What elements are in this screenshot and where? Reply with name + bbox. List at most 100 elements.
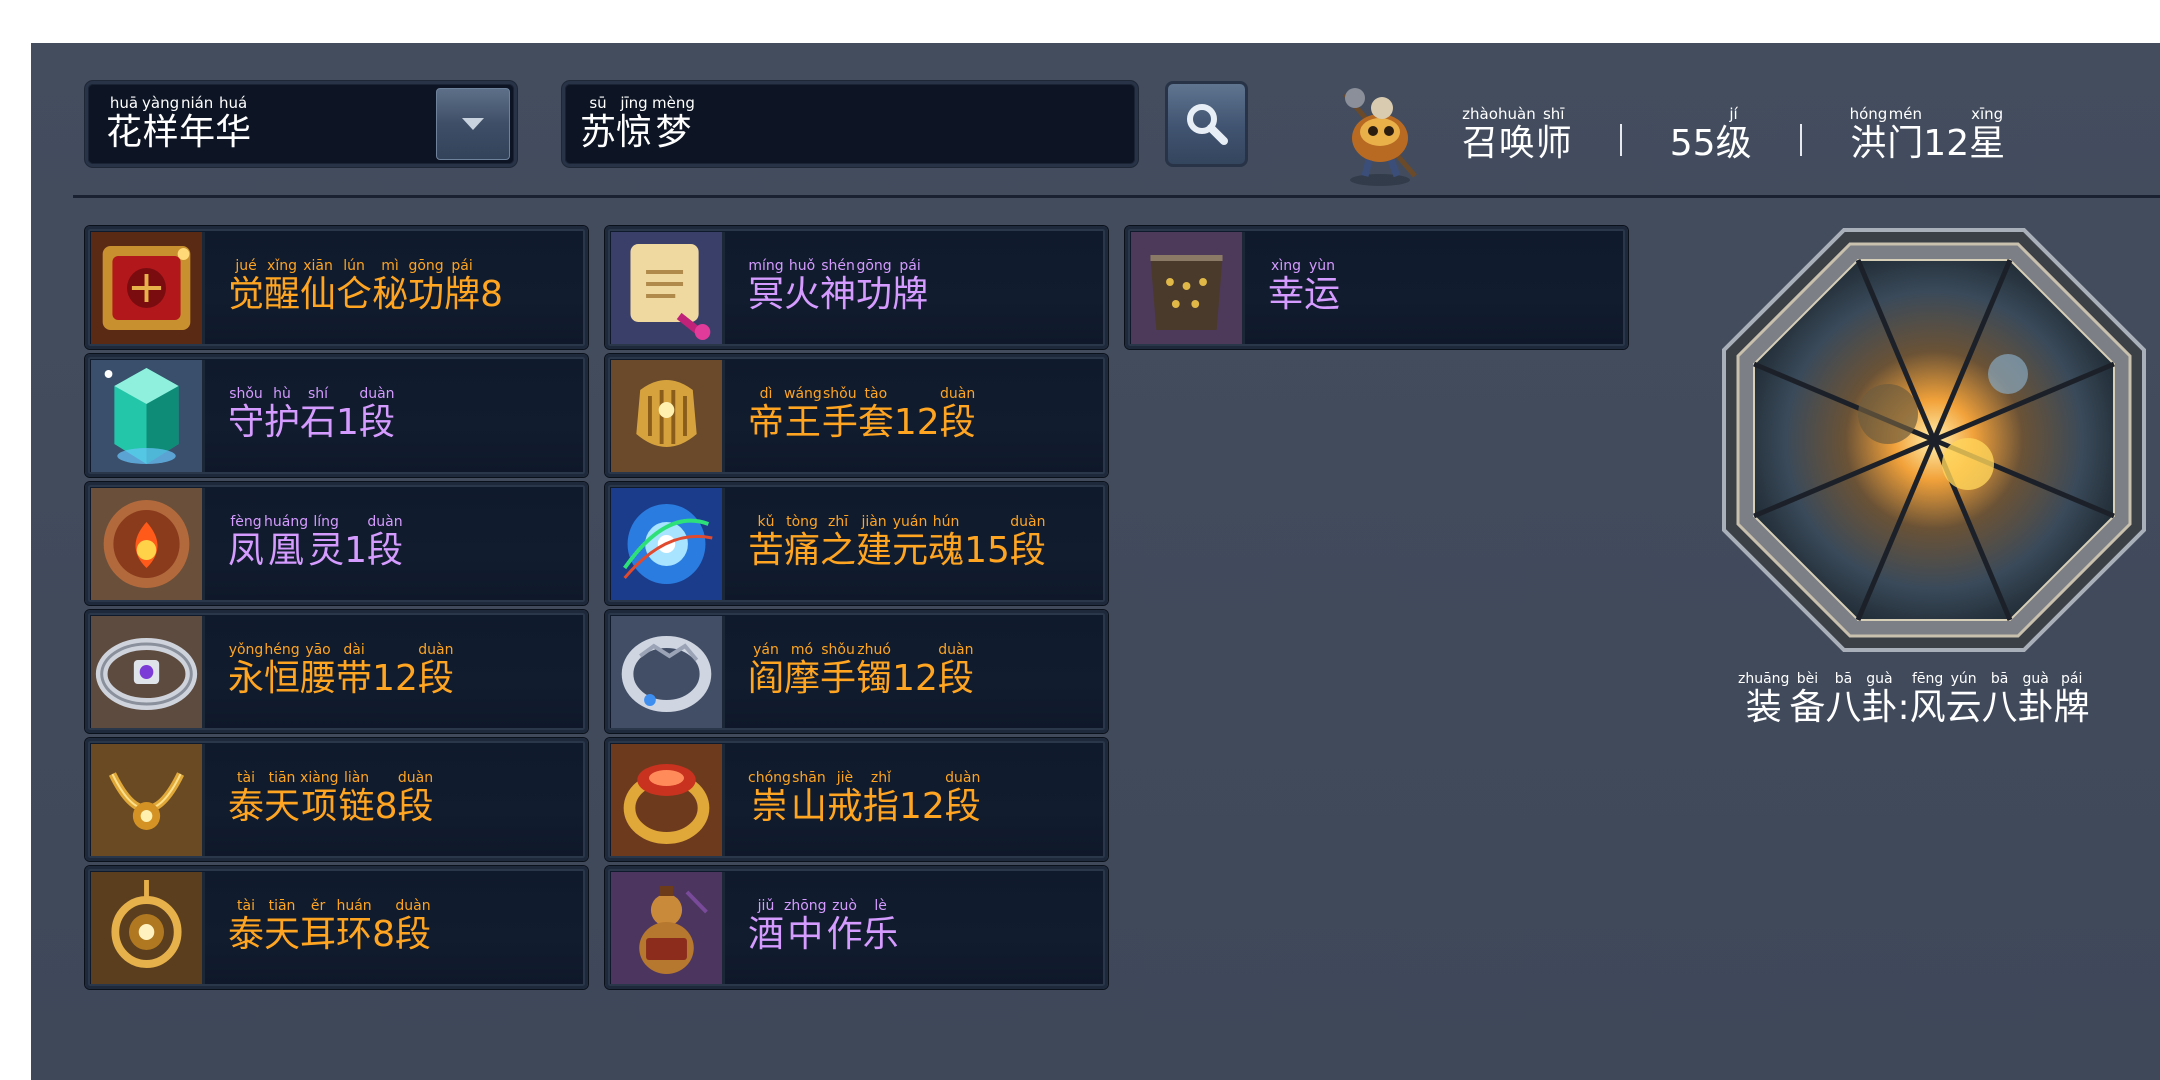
character-glyph: 牌pái (2054, 672, 2090, 728)
character-glyph: 卦guà (1861, 672, 1897, 728)
character-glyph: 项xiàng (300, 771, 339, 827)
character-glyph: 梦mèng (652, 96, 695, 154)
pinyin: yán (748, 642, 784, 658)
character-glyph: 灵líng (308, 515, 345, 571)
character-glyph: 召zhào (1462, 107, 1498, 164)
glyph: 恒 (264, 658, 301, 699)
dropdown-button[interactable] (436, 88, 510, 160)
bagua-octagon-icon[interactable] (1718, 224, 2150, 656)
equipment-slot[interactable]: 崇chóng山shān戒jiè指zhǐ12段duàn (605, 738, 1108, 861)
character-glyph: 花huā (106, 96, 143, 154)
character-glyph: 链liàn (339, 771, 375, 827)
pinyin: shǒu (820, 642, 857, 658)
character-glyph: 牌pái (444, 259, 480, 315)
equipment-slot[interactable]: 守shǒu护hù石shí1段duàn (85, 354, 588, 477)
player-name-input[interactable]: 苏sū惊jīng梦mèng (562, 81, 1138, 167)
equipment-name: 泰tài天tiān项xiàng链liàn8段duàn (228, 771, 433, 829)
character-glyph: 天tiān (264, 771, 301, 827)
equipment-slot[interactable]: 永yǒng恒héng腰yāo带dài12段duàn (85, 610, 588, 733)
glyph: 套 (857, 402, 894, 443)
character-glyph: 山shān (791, 771, 827, 827)
glyph: 酒 (748, 914, 785, 955)
glyph: 15 (964, 530, 1010, 571)
glyph: 项 (300, 786, 339, 827)
phoenix-orb-icon (91, 488, 205, 600)
divider (1799, 124, 1802, 156)
glyph: 天 (264, 786, 301, 827)
character-glyph: 手shǒu (820, 643, 856, 699)
equipment-slot[interactable]: 觉jué醒xǐng仙xiān仑lún秘mì功gōng牌pái8 (85, 226, 588, 349)
glyph: 泰 (228, 786, 265, 827)
server-select[interactable]: 花huā样yàng年nián华huá (85, 81, 517, 167)
divider (1619, 124, 1622, 156)
equipment-slot[interactable]: 冥míng火huǒ神shén功gōng牌pái (605, 226, 1108, 349)
glyph: 牌 (892, 274, 929, 315)
glyph: 乐 (862, 914, 899, 955)
character-glyph: 门mén (1887, 107, 1924, 165)
equipment-slot[interactable]: 凤fèng凰huáng灵líng1段duàn (85, 482, 588, 605)
character-glyph: 冥míng (748, 259, 785, 315)
glyph: 醒 (264, 274, 301, 315)
character-glyph: 王wáng (784, 387, 822, 443)
pinyin: bèi (1789, 671, 1826, 687)
character-glyph: 建jiàn (856, 515, 892, 571)
character-glyph: 功gōng (856, 259, 892, 315)
pinyin: duàn (397, 770, 434, 786)
glyph: 石 (300, 402, 337, 443)
glyph: 痛 (784, 530, 821, 571)
glyph: 花 (106, 112, 143, 153)
equipment-slot[interactable]: 阎yán摩mó手shǒu镯zhuó12段duàn (605, 610, 1108, 733)
pinyin: duàn (417, 642, 454, 658)
equipment-name: 永yǒng恒héng腰yāo带dài12段duàn (228, 643, 454, 701)
character-glyph: 醒xǐng (264, 259, 301, 315)
gold-earring-icon (91, 872, 205, 984)
pinyin: xiān (300, 258, 337, 274)
character-glyph: 守shǒu (228, 387, 264, 443)
equipment-slot[interactable]: 苦kǔ痛tòng之zhī建jiàn元yuán魂hún15段duàn (605, 482, 1108, 605)
pinyin: tòng (784, 514, 821, 530)
gold-gauntlet-icon (611, 360, 725, 472)
header-divider (73, 195, 2160, 198)
character-glyph: 石shí (300, 387, 337, 443)
glyph: 灵 (308, 530, 345, 571)
glyph: 秘 (372, 274, 409, 315)
pinyin: xǐng (264, 258, 301, 274)
pinyin: mén (1887, 105, 1924, 124)
equipment-slot[interactable]: 泰tài天tiān项xiàng链liàn8段duàn (85, 738, 588, 861)
scroll-plaque-icon (611, 232, 725, 344)
character-glyph: 秘mì (372, 259, 409, 315)
glyph: 8 (480, 274, 504, 315)
character-glyph: 幸xìng (1268, 259, 1304, 315)
pinyin: pái (444, 258, 481, 274)
search-button[interactable] (1165, 81, 1248, 167)
glyph: 级 (1715, 123, 1752, 165)
pinyin: zuò (826, 898, 863, 914)
equipment-slot[interactable]: 帝dì王wáng手shǒu套tào12段duàn (605, 354, 1108, 477)
pinyin: mì (372, 258, 409, 274)
character-glyph: 乐lè (862, 899, 899, 955)
pinyin: yǒng (228, 642, 264, 658)
pinyin: dài (336, 642, 373, 658)
equipment-slot[interactable]: 幸xìng运yùn (1125, 226, 1628, 349)
pinyin: tiān (264, 898, 301, 914)
character-glyph: 套tào (857, 387, 894, 443)
character-glyph: 仙xiān (300, 259, 336, 315)
glyph: 段 (358, 402, 395, 443)
character-glyph: 苦kǔ (748, 515, 785, 571)
pinyin: huán (336, 898, 373, 914)
character-glyph: 魂hún (928, 515, 964, 571)
glyph: 1 (336, 402, 359, 443)
search-icon (1186, 104, 1228, 145)
equipment-slot[interactable]: 酒jiǔ中zhōng作zuò乐lè (605, 866, 1108, 989)
glyph: 苦 (748, 530, 785, 571)
character-glyph: 恒héng (264, 643, 301, 699)
glyph: 洪 (1849, 123, 1888, 165)
glyph: 冥 (748, 274, 785, 315)
character-glyph: 天tiān (264, 899, 300, 955)
pinyin: shǒu (228, 386, 265, 402)
equipment-slot[interactable]: 泰tài天tiān耳ěr环huán8段duàn (85, 866, 588, 989)
character-glyph: 永yǒng (228, 643, 264, 699)
pinyin: sū (580, 94, 617, 112)
glyph: 门 (1887, 123, 1924, 165)
character-glyph: 段duàn (397, 771, 433, 827)
